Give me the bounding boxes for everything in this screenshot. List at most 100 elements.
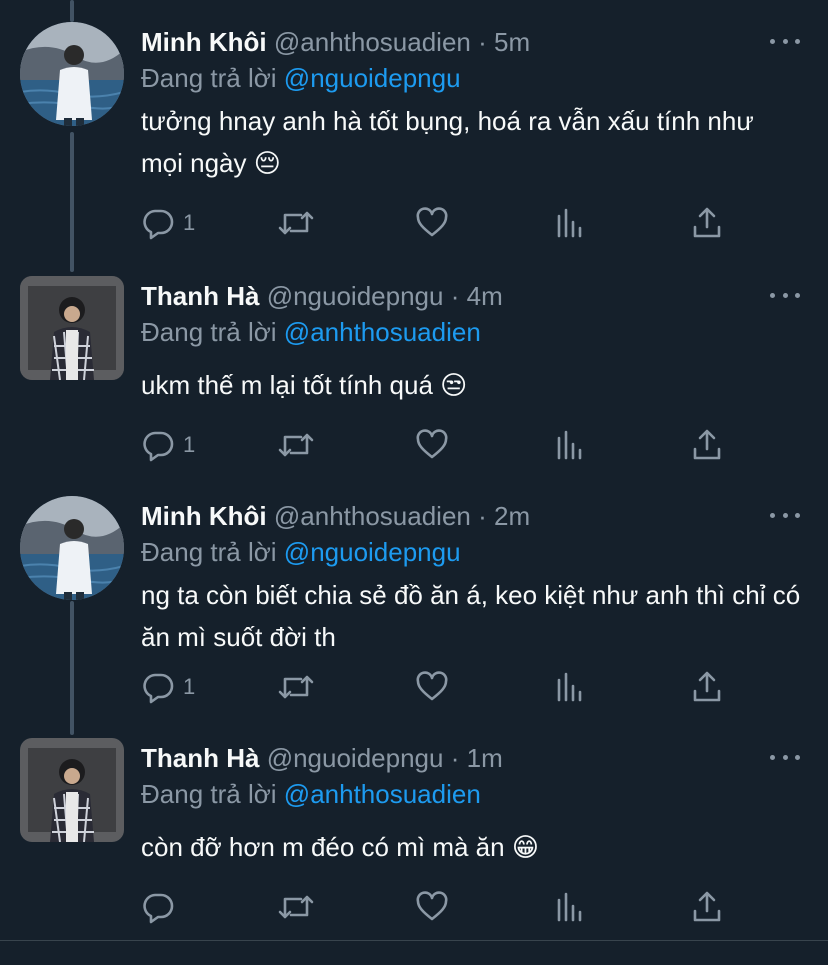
avatar[interactable]: [20, 22, 124, 126]
action-bar: 1: [141, 427, 741, 463]
retweet-button[interactable]: [277, 889, 315, 925]
upload-arrow-icon: [693, 671, 721, 702]
user-handle[interactable]: @anhthosuadien: [274, 501, 471, 531]
more-options-icon[interactable]: [770, 744, 800, 770]
upload-arrow-icon: [693, 891, 721, 922]
mention-link[interactable]: @nguoidepngu: [284, 537, 461, 567]
tweet[interactable]: Thanh Hà @nguoidepngu · 4m Đang trả lời …: [0, 276, 828, 476]
action-bar: [141, 889, 741, 925]
timestamp[interactable]: 1m: [467, 743, 503, 773]
like-button[interactable]: [415, 427, 449, 463]
display-name[interactable]: Minh Khôi: [141, 27, 267, 57]
separator-dot: ·: [450, 281, 460, 311]
thread-connector: [70, 0, 74, 22]
tweet[interactable]: Minh Khôi @anhthosuadien · 5m Đang trả l…: [0, 22, 828, 240]
retweet-arrows-icon: [278, 211, 314, 235]
bar-chart-icon: [557, 208, 582, 238]
tweet-text: ukm thế m lại tốt tính quá 😒: [141, 370, 468, 400]
replying-label: Đang trả lời: [141, 317, 277, 347]
retweet-button[interactable]: [277, 669, 315, 705]
replying-label: Đang trả lời: [141, 537, 277, 567]
bar-chart-icon: [557, 672, 582, 702]
speech-bubble-icon: [143, 209, 174, 240]
views-button[interactable]: [555, 889, 585, 925]
retweet-arrows-icon: [278, 433, 314, 457]
mention-link[interactable]: @anhthosuadien: [284, 317, 481, 347]
replying-to: Đang trả lời @anhthosuadien: [141, 316, 481, 348]
avatar[interactable]: [20, 738, 124, 842]
tweet-header: Minh Khôi @anhthosuadien · 5m: [141, 26, 530, 58]
tweet-text: còn đỡ hơn m đéo có mì mà ăn 😁: [141, 832, 539, 862]
views-button[interactable]: [555, 205, 585, 241]
retweet-button[interactable]: [277, 427, 315, 463]
like-button[interactable]: [415, 205, 449, 241]
timestamp[interactable]: 2m: [494, 501, 530, 531]
reply-count: 1: [183, 674, 196, 699]
speech-bubble-icon: [143, 893, 174, 924]
avatar[interactable]: [20, 276, 124, 380]
avatar-photo: [20, 738, 124, 842]
upload-arrow-icon: [693, 429, 721, 460]
like-button[interactable]: [415, 889, 449, 925]
share-button[interactable]: [691, 889, 723, 925]
speech-bubble-icon: [143, 673, 174, 704]
separator-dot: ·: [450, 743, 460, 773]
more-options-icon[interactable]: [770, 282, 800, 308]
separator-dot: ·: [478, 501, 487, 531]
reply-button[interactable]: [141, 889, 183, 925]
display-name[interactable]: Minh Khôi: [141, 501, 267, 531]
action-bar: 1: [141, 205, 741, 241]
heart-outline-icon: [416, 207, 448, 237]
user-handle[interactable]: @anhthosuadien: [274, 27, 471, 57]
timestamp[interactable]: 4m: [467, 281, 503, 311]
avatar-photo: [20, 276, 124, 380]
reply-button[interactable]: 1: [141, 669, 195, 705]
user-handle[interactable]: @nguoidepngu: [267, 281, 444, 311]
tweet-header: Minh Khôi @anhthosuadien · 2m: [141, 500, 530, 532]
reply-button[interactable]: 1: [141, 205, 195, 241]
user-handle[interactable]: @nguoidepngu: [267, 743, 444, 773]
avatar-photo: [20, 496, 124, 600]
speech-bubble-icon: [143, 431, 174, 462]
replying-label: Đang trả lời: [141, 63, 277, 93]
bar-chart-icon: [557, 892, 582, 922]
heart-outline-icon: [416, 891, 448, 921]
heart-outline-icon: [416, 671, 448, 701]
tweet-header: Thanh Hà @nguoidepngu · 1m: [141, 742, 503, 774]
retweet-arrows-icon: [278, 675, 314, 699]
mention-link[interactable]: @anhthosuadien: [284, 779, 481, 809]
heart-outline-icon: [416, 429, 448, 459]
retweet-button[interactable]: [277, 205, 315, 241]
action-bar: 1: [141, 669, 741, 705]
mention-link[interactable]: @nguoidepngu: [284, 63, 461, 93]
tweet-text: ng ta còn biết chia sẻ đồ ăn á, keo kiệt…: [141, 580, 801, 652]
timestamp[interactable]: 5m: [494, 27, 530, 57]
tweet-header: Thanh Hà @nguoidepngu · 4m: [141, 280, 503, 312]
replying-label: Đang trả lời: [141, 779, 277, 809]
more-options-icon[interactable]: [770, 28, 800, 54]
more-options-icon[interactable]: [770, 502, 800, 528]
tweet[interactable]: Thanh Hà @nguoidepngu · 1m Đang trả lời …: [0, 738, 828, 938]
tweet[interactable]: Minh Khôi @anhthosuadien · 2m Đang trả l…: [0, 496, 828, 714]
views-button[interactable]: [555, 669, 585, 705]
reply-button[interactable]: 1: [141, 427, 195, 463]
replying-to: Đang trả lời @nguoidepngu: [141, 536, 461, 568]
separator-dot: ·: [478, 27, 487, 57]
display-name[interactable]: Thanh Hà: [141, 743, 259, 773]
retweet-arrows-icon: [278, 895, 314, 919]
avatar[interactable]: [20, 496, 124, 600]
tweet-text: tưởng hnay anh hà tốt bụng, hoá ra vẫn x…: [141, 106, 754, 178]
bar-chart-icon: [557, 430, 582, 460]
share-button[interactable]: [691, 205, 723, 241]
views-button[interactable]: [555, 427, 585, 463]
replying-to: Đang trả lời @nguoidepngu: [141, 62, 461, 94]
reply-count: 1: [183, 210, 196, 235]
divider: [0, 940, 828, 941]
avatar-photo: [20, 22, 124, 126]
like-button[interactable]: [415, 669, 449, 705]
upload-arrow-icon: [693, 207, 721, 238]
share-button[interactable]: [691, 669, 723, 705]
display-name[interactable]: Thanh Hà: [141, 281, 259, 311]
share-button[interactable]: [691, 427, 723, 463]
replying-to: Đang trả lời @anhthosuadien: [141, 778, 481, 810]
